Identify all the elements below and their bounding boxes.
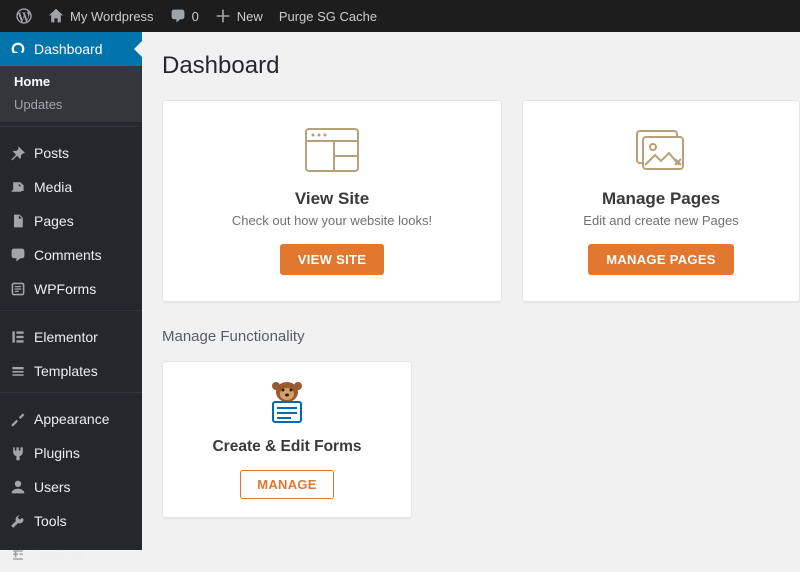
wpforms-mascot-icon (263, 380, 311, 428)
sidebar-users-label: Users (34, 479, 71, 495)
plus-icon (215, 8, 231, 24)
sidebar-item-pages[interactable]: Pages (0, 204, 142, 238)
sidebar-item-appearance[interactable]: Appearance (0, 402, 142, 436)
wordpress-icon (16, 8, 32, 24)
sidebar-item-media[interactable]: Media (0, 170, 142, 204)
sidebar-item-elementor[interactable]: Elementor (0, 320, 142, 354)
page-icon (10, 213, 26, 229)
adminbar-comments[interactable]: 0 (162, 0, 207, 32)
sidebar-media-label: Media (34, 179, 72, 195)
sidebar-tools-label: Tools (34, 513, 67, 529)
users-icon (10, 479, 26, 495)
sidebar-separator (0, 126, 142, 132)
main-content: Dashboard View Site Check out how your w (142, 32, 800, 550)
card-forms: Create & Edit Forms MANAGE (162, 361, 412, 518)
admin-bar: My Wordpress 0 New Purge SG Cache (0, 0, 800, 32)
comment-icon (170, 8, 186, 24)
plugins-icon (10, 445, 26, 461)
sidebar-separator (0, 392, 142, 398)
sidebar-elementor-label: Elementor (34, 329, 98, 345)
sidebar-templates-label: Templates (34, 363, 98, 379)
sidebar-item-templates[interactable]: Templates (0, 354, 142, 388)
card-forms-title: Create & Edit Forms (212, 438, 361, 456)
media-icon (10, 179, 26, 195)
sidebar-item-comments[interactable]: Comments (0, 238, 142, 272)
card-view-site-desc: Check out how your website looks! (232, 213, 432, 228)
page-title: Dashboard (162, 52, 800, 80)
card-manage-pages-desc: Edit and create new Pages (583, 213, 738, 228)
adminbar-wp-logo[interactable] (8, 0, 40, 32)
sidebar-dashboard-label: Dashboard (34, 41, 103, 57)
sidebar-item-users[interactable]: Users (0, 470, 142, 504)
adminbar-purge-label: Purge SG Cache (279, 9, 377, 24)
appearance-icon (10, 411, 26, 427)
cards-row-primary: View Site Check out how your website loo… (162, 100, 800, 302)
card-view-site-icon (302, 125, 362, 175)
settings-icon (10, 547, 26, 563)
card-manage-pages: Manage Pages Edit and create new Pages M… (522, 100, 800, 302)
card-manage-pages-icon (631, 125, 691, 175)
sidebar-item-dashboard[interactable]: Dashboard (0, 32, 142, 66)
adminbar-site-label: My Wordpress (70, 9, 154, 24)
sidebar-item-tools[interactable]: Tools (0, 504, 142, 538)
home-icon (48, 8, 64, 24)
sidebar-pages-label: Pages (34, 213, 74, 229)
cards-row-secondary: Create & Edit Forms MANAGE (162, 361, 800, 518)
view-site-button[interactable]: VIEW SITE (280, 244, 384, 275)
manage-forms-button[interactable]: MANAGE (240, 470, 334, 499)
sidebar-item-posts[interactable]: Posts (0, 136, 142, 170)
tools-icon (10, 513, 26, 529)
card-view-site-title: View Site (295, 189, 369, 209)
adminbar-new[interactable]: New (207, 0, 271, 32)
templates-icon (10, 363, 26, 379)
comment-icon (10, 247, 26, 263)
card-manage-pages-title: Manage Pages (602, 189, 720, 209)
sidebar-comments-label: Comments (34, 247, 102, 263)
sidebar-item-settings[interactable]: Settings (0, 538, 142, 572)
adminbar-new-label: New (237, 9, 263, 24)
sidebar-sub-home[interactable]: Home (0, 70, 142, 93)
sidebar-sub-dashboard: Home Updates (0, 66, 142, 122)
sidebar-wpforms-label: WPForms (34, 281, 96, 297)
adminbar-site-name[interactable]: My Wordpress (40, 0, 162, 32)
adminbar-comments-count: 0 (192, 9, 199, 24)
section-manage-functionality-title: Manage Functionality (162, 328, 800, 345)
adminbar-purge-cache[interactable]: Purge SG Cache (271, 0, 385, 32)
sidebar-settings-label: Settings (34, 547, 85, 563)
manage-pages-button[interactable]: MANAGE PAGES (588, 244, 734, 275)
sidebar-separator (0, 310, 142, 316)
wpforms-icon (10, 281, 26, 297)
sidebar-item-plugins[interactable]: Plugins (0, 436, 142, 470)
dashboard-icon (10, 41, 26, 57)
elementor-icon (10, 329, 26, 345)
sidebar-sub-updates[interactable]: Updates (0, 93, 142, 116)
sidebar-item-wpforms[interactable]: WPForms (0, 272, 142, 306)
admin-sidebar: Dashboard Home Updates Posts Media Pages… (0, 32, 142, 550)
sidebar-posts-label: Posts (34, 145, 69, 161)
card-view-site: View Site Check out how your website loo… (162, 100, 502, 302)
sidebar-plugins-label: Plugins (34, 445, 80, 461)
sidebar-appearance-label: Appearance (34, 411, 110, 427)
pin-icon (10, 145, 26, 161)
